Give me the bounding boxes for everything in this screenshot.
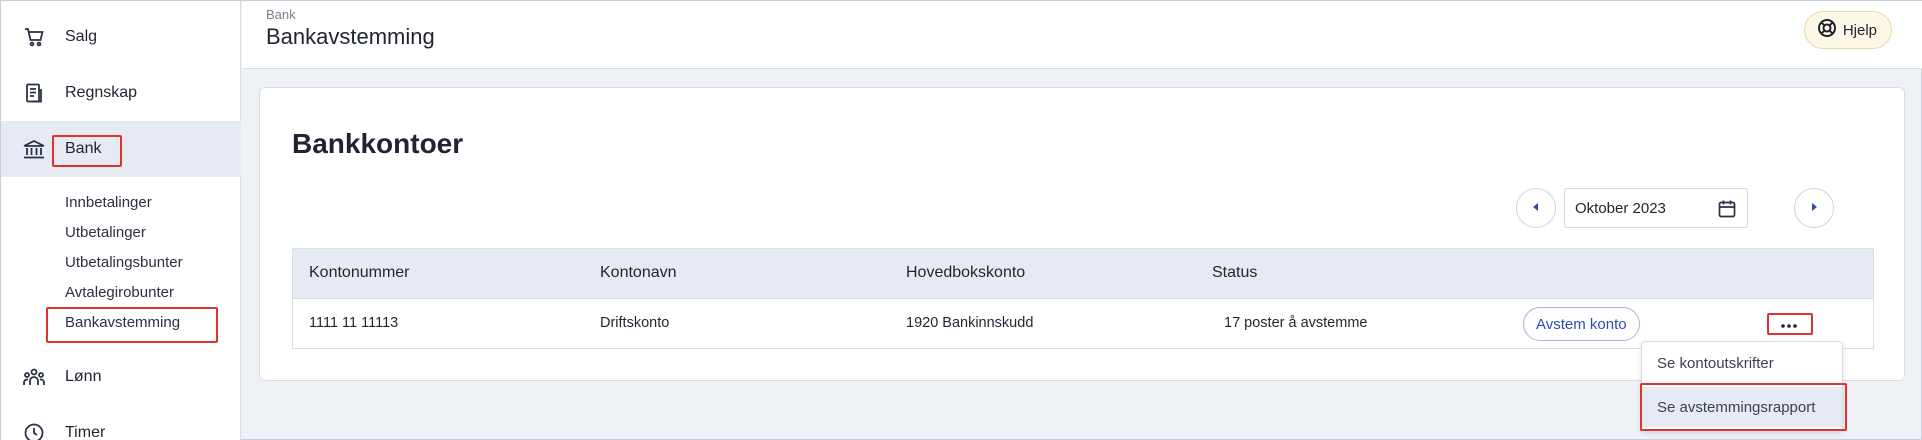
sidebar-item-label: Bank (65, 140, 102, 157)
sidebar-item-label: Regnskap (65, 84, 138, 101)
account-name-cell: Driftskonto (600, 315, 670, 331)
column-header: Hovedbokskonto (906, 264, 1026, 281)
previous-period-button[interactable] (1516, 188, 1556, 228)
breadcrumb[interactable]: Bank (266, 7, 296, 22)
reconcile-account-button[interactable]: Avstem konto (1523, 307, 1640, 341)
sidebar-subitem-innbetalinger[interactable]: Innbetalinger (65, 194, 152, 211)
people-icon (21, 364, 47, 390)
sidebar-item-timer[interactable]: Timer (1, 405, 241, 440)
sidebar-item-label: Salg (65, 28, 98, 45)
bank-accounts-table: Kontonummer Kontonavn Hovedbokskonto Sta… (292, 248, 1874, 349)
next-period-button[interactable] (1794, 188, 1834, 228)
caret-left-icon (1531, 199, 1541, 217)
sidebar-subitem-utbetalingsbunter[interactable]: Utbetalingsbunter (65, 254, 183, 271)
sidebar-item-salg[interactable]: Salg (1, 9, 241, 65)
sidebar-item-lonn[interactable]: Lønn (1, 349, 241, 405)
sidebar-subitem-bankavstemming[interactable]: Bankavstemming (65, 314, 180, 331)
lifebuoy-icon (1817, 18, 1837, 42)
sidebar-item-regnskap[interactable]: Regnskap (1, 65, 241, 121)
sidebar-subitem-utbetalinger[interactable]: Utbetalinger (65, 224, 146, 241)
column-header: Status (1212, 264, 1258, 281)
account-number-cell: 1111 11 11113 (309, 315, 399, 331)
page-title: Bankavstemming (266, 24, 435, 49)
cart-icon (21, 24, 47, 50)
sidebar-item-label: Timer (65, 424, 106, 440)
calendar-icon[interactable] (1717, 199, 1737, 224)
help-button[interactable]: Hjelp (1803, 11, 1892, 49)
ledger-icon (21, 80, 47, 106)
help-label: Hjelp (1842, 21, 1877, 39)
ledger-account-cell: 1920 Bankinnskudd (906, 315, 1034, 331)
status-cell: 17 poster å avstemme (1224, 315, 1368, 331)
sidebar: Salg Regnskap Bank Innbetalinger Utbetal… (1, 1, 241, 440)
period-value: Oktober 2023 (1575, 200, 1666, 217)
page-header: Bank Bankavstemming Hjelp (242, 1, 1922, 69)
app-window: Salg Regnskap Bank Innbetalinger Utbetal… (0, 0, 1922, 440)
actions-menu: Se kontoutskrifter Se avstemmingsrapport (1641, 341, 1843, 431)
column-header: Kontonummer (309, 264, 410, 281)
column-header: Kontonavn (600, 264, 677, 281)
menu-item-reconciliation-report[interactable]: Se avstemmingsrapport (1642, 387, 1842, 427)
sidebar-item-bank[interactable]: Bank (1, 121, 241, 177)
menu-item-bank-statements[interactable]: Se kontoutskrifter (1642, 343, 1842, 383)
more-actions-button[interactable] (1767, 315, 1811, 333)
bank-accounts-card: Bankkontoer Oktober 2023 Kontonummer Kon… (259, 87, 1905, 381)
sidebar-subitem-avtalegirobunter[interactable]: Avtalegirobunter (65, 284, 174, 301)
section-title: Bankkontoer (292, 128, 464, 159)
sidebar-item-label: Lønn (65, 368, 102, 385)
period-input[interactable]: Oktober 2023 (1564, 188, 1748, 228)
bank-icon (21, 136, 47, 162)
caret-right-icon (1809, 199, 1819, 217)
table-header: Kontonummer Kontonavn Hovedbokskonto Sta… (293, 249, 1873, 299)
clock-icon (21, 420, 47, 440)
ellipsis-icon (1781, 315, 1797, 333)
